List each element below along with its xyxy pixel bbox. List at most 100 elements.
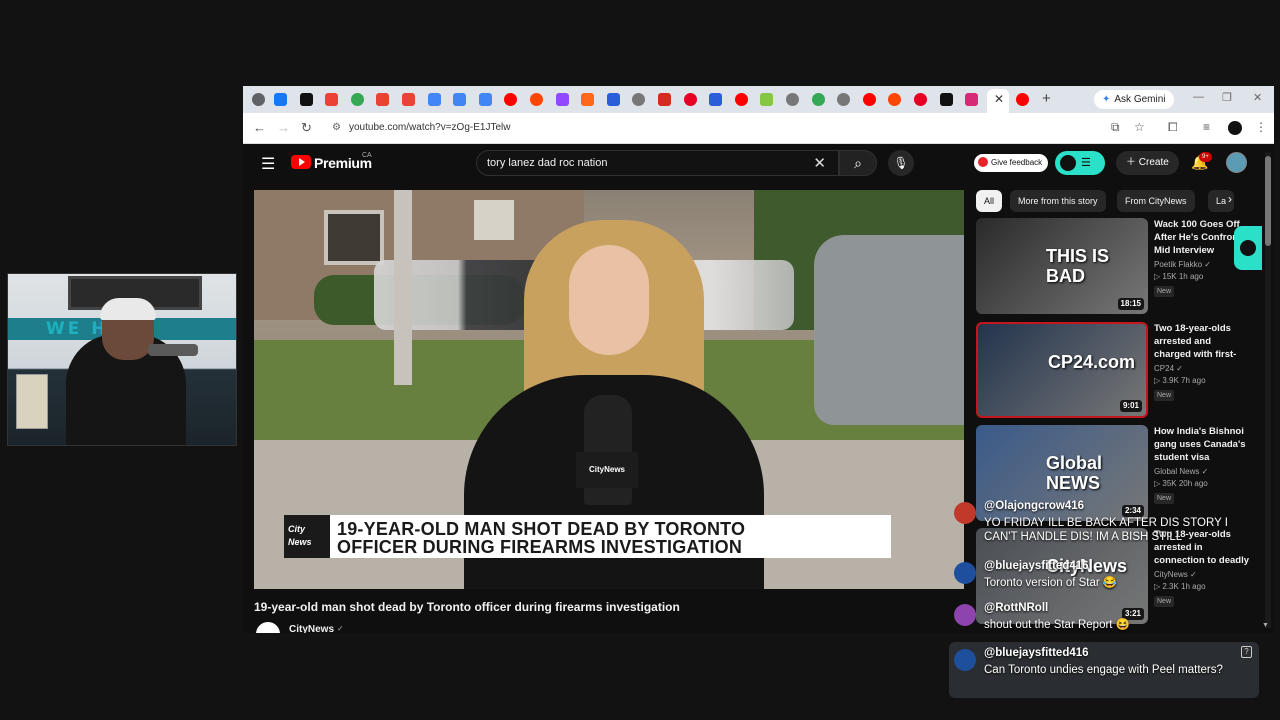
chat-avatar bbox=[954, 649, 976, 671]
clear-search-icon[interactable]: ✕ bbox=[813, 154, 826, 172]
tab-app-icon[interactable] bbox=[709, 93, 723, 106]
tab-reddit-icon[interactable] bbox=[530, 93, 543, 106]
hamburger-menu-icon[interactable]: ☰ bbox=[261, 154, 275, 174]
install-app-icon[interactable]: ⧉ bbox=[1111, 120, 1120, 135]
filter-chip[interactable]: From CityNews bbox=[1117, 190, 1195, 212]
tab-chrome-icon[interactable] bbox=[811, 93, 825, 106]
close-window-button[interactable]: ✕ bbox=[1253, 91, 1262, 104]
back-arrow-icon[interactable]: ← bbox=[253, 120, 266, 135]
site-info-icon[interactable]: ⚙ bbox=[332, 122, 341, 133]
tab-docs-icon[interactable] bbox=[427, 93, 441, 106]
video-thumbnail[interactable]: THIS IS BAD 18:15 bbox=[976, 218, 1148, 314]
chat-text: YO FRIDAY ILL BE BACK AFTER DIS STORY I … bbox=[984, 517, 1228, 543]
tab-globe-icon[interactable] bbox=[837, 93, 851, 106]
maximize-button[interactable]: ❐ bbox=[1222, 91, 1232, 104]
media-control-icon[interactable]: ≡ bbox=[1203, 120, 1210, 134]
address-bar[interactable]: youtube.com/watch?v=zOg-E1JTelw bbox=[349, 122, 510, 133]
scrollbar-thumb[interactable] bbox=[1265, 156, 1271, 246]
stream-canvas: WE HC ✕ + ✦ Ask Gemini — ❐ ✕ ← → ↻ ⚙ yout… bbox=[0, 0, 1280, 720]
chat-username: @RottNRoll bbox=[984, 602, 1049, 614]
scene-pole bbox=[394, 190, 412, 385]
voice-search-button[interactable]: 🎙 bbox=[888, 150, 914, 176]
recommended-video[interactable]: THIS IS BAD 18:15 Wack 100 Goes Off After … bbox=[976, 218, 1256, 314]
tab-youtube-icon[interactable] bbox=[504, 93, 518, 106]
recommended-channel[interactable]: CP24 ✓ bbox=[1154, 364, 1183, 373]
bookmark-star-icon[interactable]: ☆ bbox=[1134, 120, 1145, 134]
channel-avatar[interactable] bbox=[256, 622, 280, 633]
recommended-video-title[interactable]: Two 18-year-olds arrested and charged wi… bbox=[1154, 322, 1250, 362]
tab-docs-icon[interactable] bbox=[478, 93, 492, 106]
extensions-icon[interactable]: ⧠ bbox=[1168, 120, 1178, 135]
forward-arrow-icon[interactable]: → bbox=[277, 120, 290, 135]
recommended-meta: ▷ 3.9K 7h ago bbox=[1154, 376, 1206, 385]
chat-avatar bbox=[954, 604, 976, 626]
tab-youtube-icon[interactable] bbox=[862, 93, 876, 106]
chyron-headline: 19-YEAR-OLD MAN SHOT DEAD BY TORONTO OFF… bbox=[337, 520, 887, 556]
profile-icon[interactable] bbox=[1228, 121, 1242, 135]
new-tab-button[interactable]: + bbox=[1042, 90, 1051, 107]
microphone bbox=[148, 344, 198, 356]
floating-extension-tab[interactable] bbox=[1234, 226, 1262, 270]
tab-docs-icon[interactable] bbox=[453, 93, 467, 106]
give-feedback-button[interactable]: Give feedback bbox=[974, 154, 1049, 172]
recommended-video[interactable]: CP24.com 9:01 Two 18-year-olds arrested an… bbox=[976, 322, 1256, 418]
search-input[interactable]: tory lanez dad roc nation ✕ bbox=[476, 150, 839, 176]
gemini-label: Ask Gemini bbox=[1114, 94, 1166, 105]
tab-substack-icon[interactable] bbox=[581, 93, 595, 106]
channel-name[interactable]: CityNews bbox=[289, 624, 334, 633]
create-label: Create bbox=[1138, 157, 1169, 168]
tab-globe-icon[interactable] bbox=[786, 93, 799, 106]
chat-username: @bluejaysfitted416 bbox=[984, 560, 1089, 572]
tab-gmail-icon[interactable] bbox=[325, 93, 339, 106]
reload-icon[interactable]: ↻ bbox=[301, 120, 312, 136]
recommended-video-title[interactable]: How India's Bishnoi gang uses Canada's s… bbox=[1154, 425, 1250, 465]
recommended-channel[interactable]: Global News ✓ bbox=[1154, 467, 1208, 476]
tab-strip: ✕ + ✦ Ask Gemini — ❐ ✕ bbox=[243, 86, 1274, 113]
filter-chip[interactable]: More from this story bbox=[1010, 190, 1106, 212]
chat-text: shout out the Star Report 😆 bbox=[984, 619, 1131, 631]
new-badge: New bbox=[1154, 390, 1175, 401]
plus-icon: ＋ bbox=[1126, 157, 1139, 168]
tab-x-icon[interactable] bbox=[299, 93, 313, 106]
tab-youtube-icon[interactable] bbox=[734, 93, 748, 106]
tab-app-icon[interactable] bbox=[606, 93, 620, 106]
chat-username: @Olajongcrow416 bbox=[984, 500, 1085, 512]
tab-chrome-icon[interactable] bbox=[350, 93, 364, 106]
country-code: CA bbox=[362, 152, 372, 159]
live-chat-overlay: @Olajongcrow416 YO FRIDAY ILL BE BACK AFT… bbox=[950, 495, 1260, 700]
search-button[interactable]: ⌕ bbox=[839, 150, 877, 176]
youtube-logo-icon[interactable] bbox=[291, 155, 311, 169]
filter-chip[interactable]: All bbox=[976, 190, 1003, 212]
video-player[interactable]: CityNews City News 19-YEAR-OLD MAN SHOT … bbox=[254, 190, 964, 589]
tab-twitch-icon[interactable] bbox=[555, 93, 569, 106]
create-button[interactable]: ＋ Create bbox=[1116, 151, 1179, 175]
tab-reddit-icon[interactable] bbox=[888, 93, 902, 106]
tab-x-icon[interactable] bbox=[939, 93, 953, 106]
tab-search-icon[interactable] bbox=[252, 93, 265, 106]
chat-avatar bbox=[954, 562, 976, 584]
tab-youtube-icon[interactable] bbox=[1016, 93, 1030, 106]
menu-kebab-icon[interactable]: ⋮ bbox=[1255, 120, 1267, 134]
related-filter-chips: All More from this story From CityNews La bbox=[976, 190, 1246, 212]
account-avatar[interactable] bbox=[1226, 152, 1247, 173]
ask-gemini-button[interactable]: ✦ Ask Gemini bbox=[1094, 90, 1174, 109]
tab-gmail-icon[interactable] bbox=[402, 93, 415, 106]
tab-instagram-icon[interactable] bbox=[965, 93, 979, 106]
video-thumbnail[interactable]: CP24.com 9:01 bbox=[976, 322, 1148, 418]
chat-text: Can Toronto undies engage with Peel matt… bbox=[984, 664, 1223, 676]
youtube-header: ☰ Premium CA tory lanez dad roc nation ✕… bbox=[243, 144, 1274, 184]
minimize-button[interactable]: — bbox=[1193, 91, 1204, 103]
tab-pinterest-icon[interactable] bbox=[914, 93, 927, 106]
tab-globe-icon[interactable] bbox=[632, 93, 646, 106]
tab-pinterest-icon[interactable] bbox=[683, 93, 697, 106]
extension-toggle-button[interactable]: ☰ bbox=[1055, 151, 1105, 175]
chevron-right-icon[interactable]: › bbox=[1228, 192, 1232, 206]
close-tab-icon[interactable]: ✕ bbox=[994, 92, 1004, 106]
scroll-down-arrow-icon[interactable]: ▼ bbox=[1262, 622, 1269, 629]
tab-rumble-icon[interactable] bbox=[760, 93, 774, 106]
tab-facebook-icon[interactable] bbox=[274, 93, 287, 106]
tab-canada-icon[interactable] bbox=[658, 93, 671, 106]
recommended-channel[interactable]: Poetik Flakko ✓ bbox=[1154, 260, 1211, 269]
give-feedback-label: Give feedback bbox=[991, 158, 1043, 167]
tab-gmail-icon[interactable] bbox=[376, 93, 390, 106]
